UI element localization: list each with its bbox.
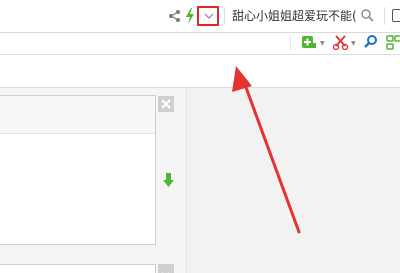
scissors-icon[interactable]	[333, 35, 348, 50]
tab-strip	[0, 54, 400, 88]
share-icon[interactable]	[168, 9, 182, 23]
caret-icon[interactable]: ▼	[351, 40, 356, 47]
separator	[224, 7, 225, 25]
separator	[384, 7, 385, 25]
search-input[interactable]: 甜心小姐姐超爱玩不能(	[232, 7, 356, 25]
close-icon	[161, 99, 171, 109]
window-icon[interactable]	[392, 9, 400, 22]
address-bar-row: 甜心小姐姐超爱玩不能(	[0, 0, 400, 33]
panel-header	[0, 96, 155, 134]
lightning-icon[interactable]	[185, 8, 195, 24]
grid-icon[interactable]	[386, 35, 400, 50]
add-extension-icon[interactable]	[301, 34, 317, 50]
chevron-down-icon	[204, 13, 214, 19]
toolbar-row: ▼ ▼	[0, 33, 400, 53]
panel	[0, 264, 156, 273]
search-icon[interactable]	[361, 9, 374, 22]
address-dropdown-button[interactable]	[197, 6, 219, 26]
find-icon[interactable]	[364, 35, 378, 49]
close-button[interactable]	[158, 96, 174, 112]
close-button[interactable]	[158, 264, 174, 273]
arrow-down-icon[interactable]	[163, 173, 174, 187]
caret-icon[interactable]: ▼	[320, 40, 325, 47]
separator	[290, 35, 291, 50]
panel	[0, 95, 156, 245]
